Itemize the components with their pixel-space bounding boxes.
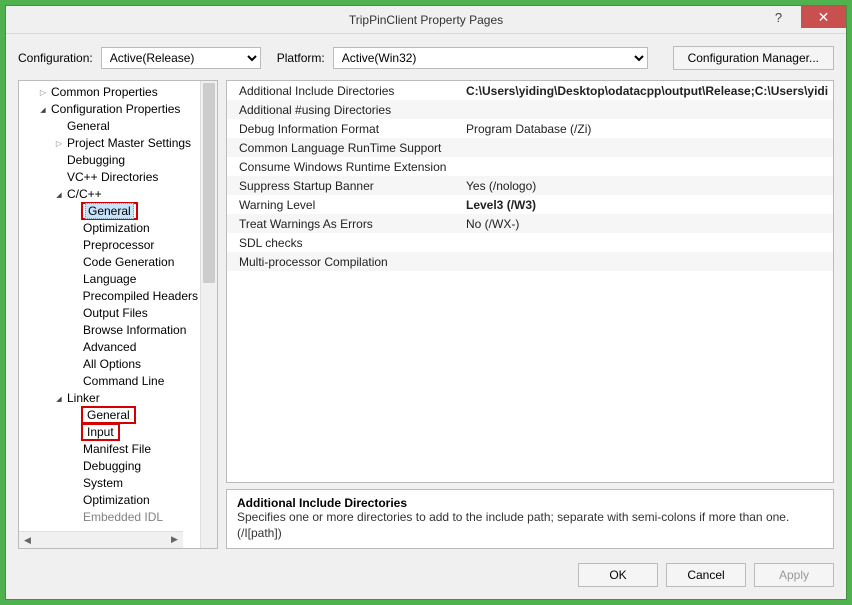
chevron-down-icon[interactable]	[53, 189, 65, 199]
property-value[interactable]: Yes (/nologo)	[462, 179, 833, 193]
cancel-button[interactable]: Cancel	[666, 563, 746, 587]
dialog-window: TripPinClient Property Pages ? ✕ Configu…	[5, 5, 847, 600]
property-name: Warning Level	[227, 198, 462, 212]
property-name: Treat Warnings As Errors	[227, 217, 462, 231]
window-title: TripPinClient Property Pages	[6, 13, 846, 27]
tree-item-cpp[interactable]: C/C++	[19, 185, 200, 202]
chevron-down-icon[interactable]	[37, 104, 49, 114]
property-grid[interactable]: Additional Include DirectoriesC:\Users\y…	[226, 80, 834, 483]
property-name: Debug Information Format	[227, 122, 462, 136]
close-button[interactable]: ✕	[801, 6, 846, 28]
tree-item-linker-general[interactable]: General	[19, 406, 200, 423]
tree-item-linker[interactable]: Linker	[19, 389, 200, 406]
tree-item-embedded-idl[interactable]: Embedded IDL	[19, 508, 200, 525]
horizontal-scrollbar[interactable]: ◀▶	[19, 531, 183, 548]
configuration-manager-button[interactable]: Configuration Manager...	[673, 46, 834, 70]
property-value[interactable]: No (/WX-)	[462, 217, 833, 231]
description-body: Specifies one or more directories to add…	[237, 510, 823, 541]
property-value[interactable]: C:\Users\yiding\Desktop\odatacpp\output\…	[462, 84, 833, 98]
property-name: Suppress Startup Banner	[227, 179, 462, 193]
main-area: Common Properties Configuration Properti…	[6, 80, 846, 557]
toolbar: Configuration: Active(Release) Platform:…	[6, 34, 846, 80]
tree-item-system[interactable]: System	[19, 474, 200, 491]
property-row[interactable]: Multi-processor Compilation	[227, 252, 833, 271]
tree-item-code-generation[interactable]: Code Generation	[19, 253, 200, 270]
tree-item-general[interactable]: General	[19, 117, 200, 134]
property-name: Multi-processor Compilation	[227, 255, 462, 269]
property-row[interactable]: Consume Windows Runtime Extension	[227, 157, 833, 176]
platform-label: Platform:	[277, 51, 325, 65]
scrollbar-thumb[interactable]	[203, 83, 215, 283]
tree-item-language[interactable]: Language	[19, 270, 200, 287]
property-row[interactable]: Debug Information FormatProgram Database…	[227, 119, 833, 138]
tree-item-precompiled-headers[interactable]: Precompiled Headers	[19, 287, 200, 304]
property-value[interactable]: Program Database (/Zi)	[462, 122, 833, 136]
property-name: Additional #using Directories	[227, 103, 462, 117]
dialog-buttons: OK Cancel Apply	[6, 557, 846, 599]
property-name: Additional Include Directories	[227, 84, 462, 98]
property-row[interactable]: Common Language RunTime Support	[227, 138, 833, 157]
tree-item-optimization[interactable]: Optimization	[19, 219, 200, 236]
tree-item-linker-input[interactable]: Input	[19, 423, 200, 440]
tree-item-all-options[interactable]: All Options	[19, 355, 200, 372]
tree-item-linker-optimization[interactable]: Optimization	[19, 491, 200, 508]
description-title: Additional Include Directories	[237, 496, 823, 510]
vertical-scrollbar[interactable]	[200, 81, 217, 548]
tree-item-configuration-properties[interactable]: Configuration Properties	[19, 100, 200, 117]
tree-item-output-files[interactable]: Output Files	[19, 304, 200, 321]
property-name: Consume Windows Runtime Extension	[227, 160, 462, 174]
platform-select[interactable]: Active(Win32)	[333, 47, 648, 69]
property-row[interactable]: Additional #using Directories	[227, 100, 833, 119]
description-panel: Additional Include Directories Specifies…	[226, 489, 834, 549]
chevron-down-icon[interactable]	[53, 393, 65, 403]
property-name: Common Language RunTime Support	[227, 141, 462, 155]
tree-item-cpp-general[interactable]: General	[19, 202, 200, 219]
configuration-select[interactable]: Active(Release)	[101, 47, 261, 69]
tree-item-command-line[interactable]: Command Line	[19, 372, 200, 389]
property-row[interactable]: Additional Include DirectoriesC:\Users\y…	[227, 81, 833, 100]
property-row[interactable]: Warning LevelLevel3 (/W3)	[227, 195, 833, 214]
property-row[interactable]: Suppress Startup BannerYes (/nologo)	[227, 176, 833, 195]
configuration-label: Configuration:	[18, 51, 93, 65]
tree-item-preprocessor[interactable]: Preprocessor	[19, 236, 200, 253]
chevron-right-icon[interactable]	[37, 87, 49, 97]
chevron-right-icon[interactable]	[53, 138, 65, 148]
tree-item-project-master-settings[interactable]: Project Master Settings	[19, 134, 200, 151]
ok-button[interactable]: OK	[578, 563, 658, 587]
tree-panel: Common Properties Configuration Properti…	[18, 80, 218, 549]
apply-button[interactable]: Apply	[754, 563, 834, 587]
tree-item-manifest-file[interactable]: Manifest File	[19, 440, 200, 457]
tree-item-vcpp-directories[interactable]: VC++ Directories	[19, 168, 200, 185]
tree-item-common-properties[interactable]: Common Properties	[19, 83, 200, 100]
property-row[interactable]: SDL checks	[227, 233, 833, 252]
tree-item-advanced[interactable]: Advanced	[19, 338, 200, 355]
help-button[interactable]: ?	[756, 6, 801, 28]
tree-item-debugging[interactable]: Debugging	[19, 151, 200, 168]
titlebar: TripPinClient Property Pages ? ✕	[6, 6, 846, 34]
property-row[interactable]: Treat Warnings As ErrorsNo (/WX-)	[227, 214, 833, 233]
right-pane: Additional Include DirectoriesC:\Users\y…	[226, 80, 834, 549]
category-tree[interactable]: Common Properties Configuration Properti…	[19, 81, 200, 527]
tree-item-browse-information[interactable]: Browse Information	[19, 321, 200, 338]
tree-item-linker-debugging[interactable]: Debugging	[19, 457, 200, 474]
property-name: SDL checks	[227, 236, 462, 250]
property-value[interactable]: Level3 (/W3)	[462, 198, 833, 212]
